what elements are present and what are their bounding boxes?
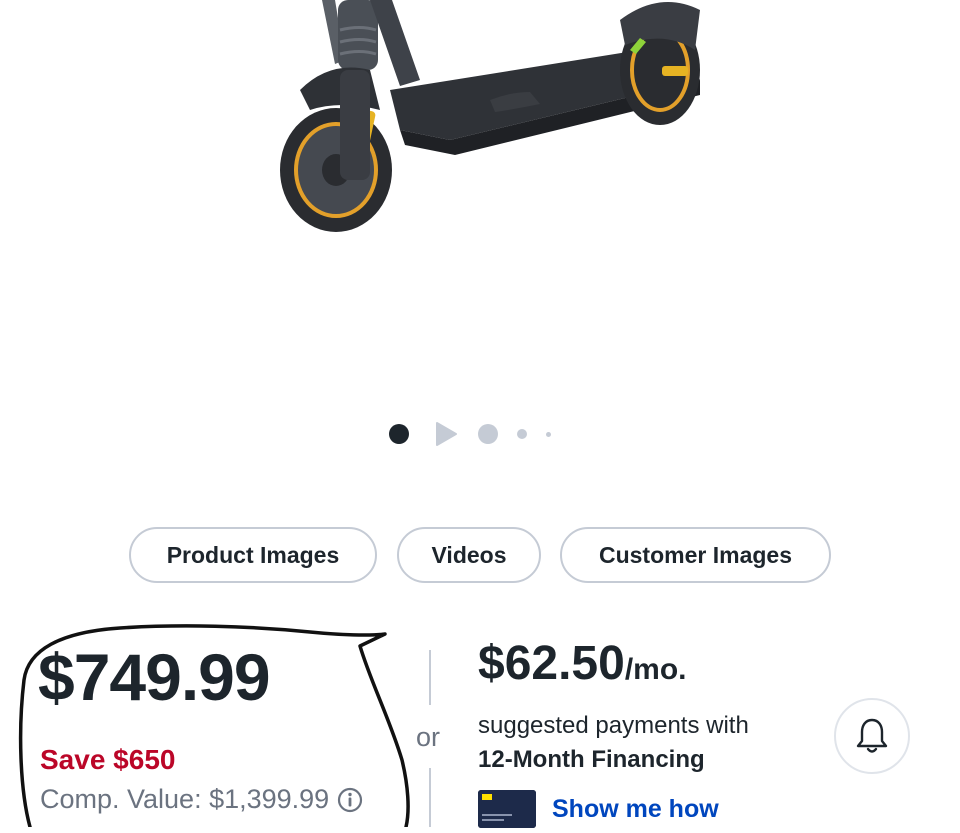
play-icon[interactable] [434,421,458,447]
media-tabs: Product Images Videos Customer Images [0,527,960,587]
show-me-how-link[interactable]: Show me how [552,795,719,824]
financing-block: $62.50/mo. suggested payments with 12-Mo… [478,640,818,828]
carousel-dot[interactable] [478,424,498,444]
price-block: $749.99 Save $650 Comp. Value: $1,399.99 [0,620,420,827]
info-icon[interactable] [337,787,363,813]
monthly-suffix: /mo. [624,653,687,686]
savings-amount: Save $650 [40,744,176,775]
carousel-indicator[interactable] [380,420,580,448]
comp-value-text: Comp. Value: $1,399.99 [40,784,330,814]
financing-plan: 12-Month Financing [478,746,705,773]
divider [429,650,431,705]
tab-customer-images[interactable]: Customer Images [560,527,831,583]
or-label: or [416,722,441,752]
financing-description: suggested payments with [478,712,749,739]
carousel-dot-small[interactable] [517,429,527,439]
monthly-payment: $62.50/mo. [478,640,818,688]
bell-icon [856,718,888,753]
credit-card-image [478,790,536,828]
carousel-dot-active[interactable] [389,424,409,444]
current-price: $749.99 [38,640,271,714]
divider [429,768,431,827]
tab-videos[interactable]: Videos [397,527,541,583]
product-image[interactable] [0,0,960,400]
tab-product-images[interactable]: Product Images [129,527,377,583]
carousel-dot-tiny[interactable] [546,432,551,437]
monthly-amount: $62.50 [478,637,625,690]
scooter-image [280,0,700,232]
notify-button[interactable] [834,698,910,774]
show-me-how-row[interactable]: Show me how [478,790,719,828]
comp-value: Comp. Value: $1,399.99 [40,784,363,815]
